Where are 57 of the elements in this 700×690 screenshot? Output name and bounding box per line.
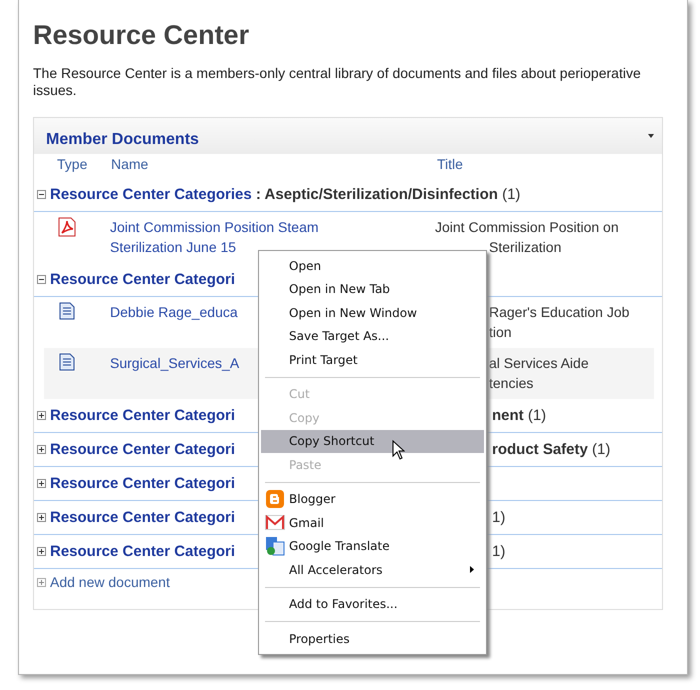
expand-toggle-icon[interactable] (37, 547, 46, 556)
add-icon (37, 578, 46, 586)
category-value: nent (1) (492, 407, 546, 424)
document-link[interactable]: Joint Commission Position Steam (110, 217, 319, 237)
menu-item[interactable]: Properties (261, 627, 484, 650)
blogger-icon (266, 490, 284, 508)
category-label[interactable]: Resource Center Categori (50, 543, 256, 560)
category-label[interactable]: Resource Center Categories (50, 186, 252, 203)
document-icon (58, 302, 76, 320)
menu-item[interactable]: Google Translate (261, 534, 484, 558)
menu-item[interactable]: Copy Shortcut (261, 430, 484, 453)
category-label[interactable]: Resource Center Categori (50, 509, 256, 526)
mail-icon (265, 515, 285, 530)
expand-toggle-icon[interactable] (37, 411, 46, 420)
menu-item[interactable]: Save Target As... (261, 324, 484, 348)
menu-item[interactable]: Blogger (261, 488, 484, 511)
document-title: al Services Aide (489, 354, 589, 373)
document-title: Rager's Education Job (489, 303, 630, 322)
dropdown-icon[interactable] (648, 134, 654, 138)
mouse-pointer-icon (392, 440, 405, 460)
page-title: Resource Center (33, 20, 250, 51)
document-link[interactable]: Debbie Rage_educa (110, 302, 238, 322)
expand-toggle-icon[interactable] (37, 445, 46, 454)
expand-toggle-icon[interactable] (37, 190, 46, 199)
translate-icon (265, 536, 285, 556)
category-value: roduct Safety (1) (492, 441, 610, 458)
menu-item[interactable]: All Accelerators (261, 558, 484, 582)
document-title: Joint Commission Position on (435, 218, 619, 237)
menu-item[interactable]: Add to Favorites... (261, 592, 484, 616)
document-title: tion (489, 323, 512, 342)
column-header[interactable]: Title (437, 156, 463, 172)
menu-item[interactable]: Open in New Window (261, 301, 484, 324)
category-label[interactable]: Resource Center Categori (50, 271, 256, 288)
menu-item[interactable]: Open in New Tab (261, 278, 484, 301)
expand-toggle-icon[interactable] (37, 479, 46, 488)
panel-title: Member Documents (46, 131, 199, 149)
category-value: : Aseptic/Sterilization/Disinfection (1) (254, 186, 520, 203)
column-header[interactable]: Name (111, 156, 437, 172)
category-label[interactable]: Resource Center Categori (50, 441, 256, 458)
document-title: Sterilization (489, 238, 562, 257)
add-document-link[interactable]: Add new document (50, 574, 170, 590)
document-link[interactable]: Sterilization June 15 (110, 237, 236, 257)
page-description: The Resource Center is a members-only central library of documents and files about perioperative issues. (33, 65, 642, 99)
column-header[interactable]: Type (34, 156, 111, 172)
category-value: 1) (492, 509, 506, 526)
document-icon (58, 353, 76, 371)
category-label[interactable]: Resource Center Categori (50, 475, 256, 492)
menu-item[interactable]: Open (261, 254, 484, 278)
expand-toggle-icon[interactable] (37, 513, 46, 522)
category-value: 1) (492, 543, 506, 560)
menu-item[interactable]: Gmail (261, 511, 484, 534)
document-title: tencies (489, 374, 534, 393)
expand-toggle-icon[interactable] (37, 275, 46, 284)
pdf-file-icon (58, 217, 76, 237)
menu-item[interactable]: Print Target (261, 348, 484, 372)
category-label[interactable]: Resource Center Categori (50, 407, 256, 424)
document-link[interactable]: Surgical_Services_A (110, 353, 240, 373)
